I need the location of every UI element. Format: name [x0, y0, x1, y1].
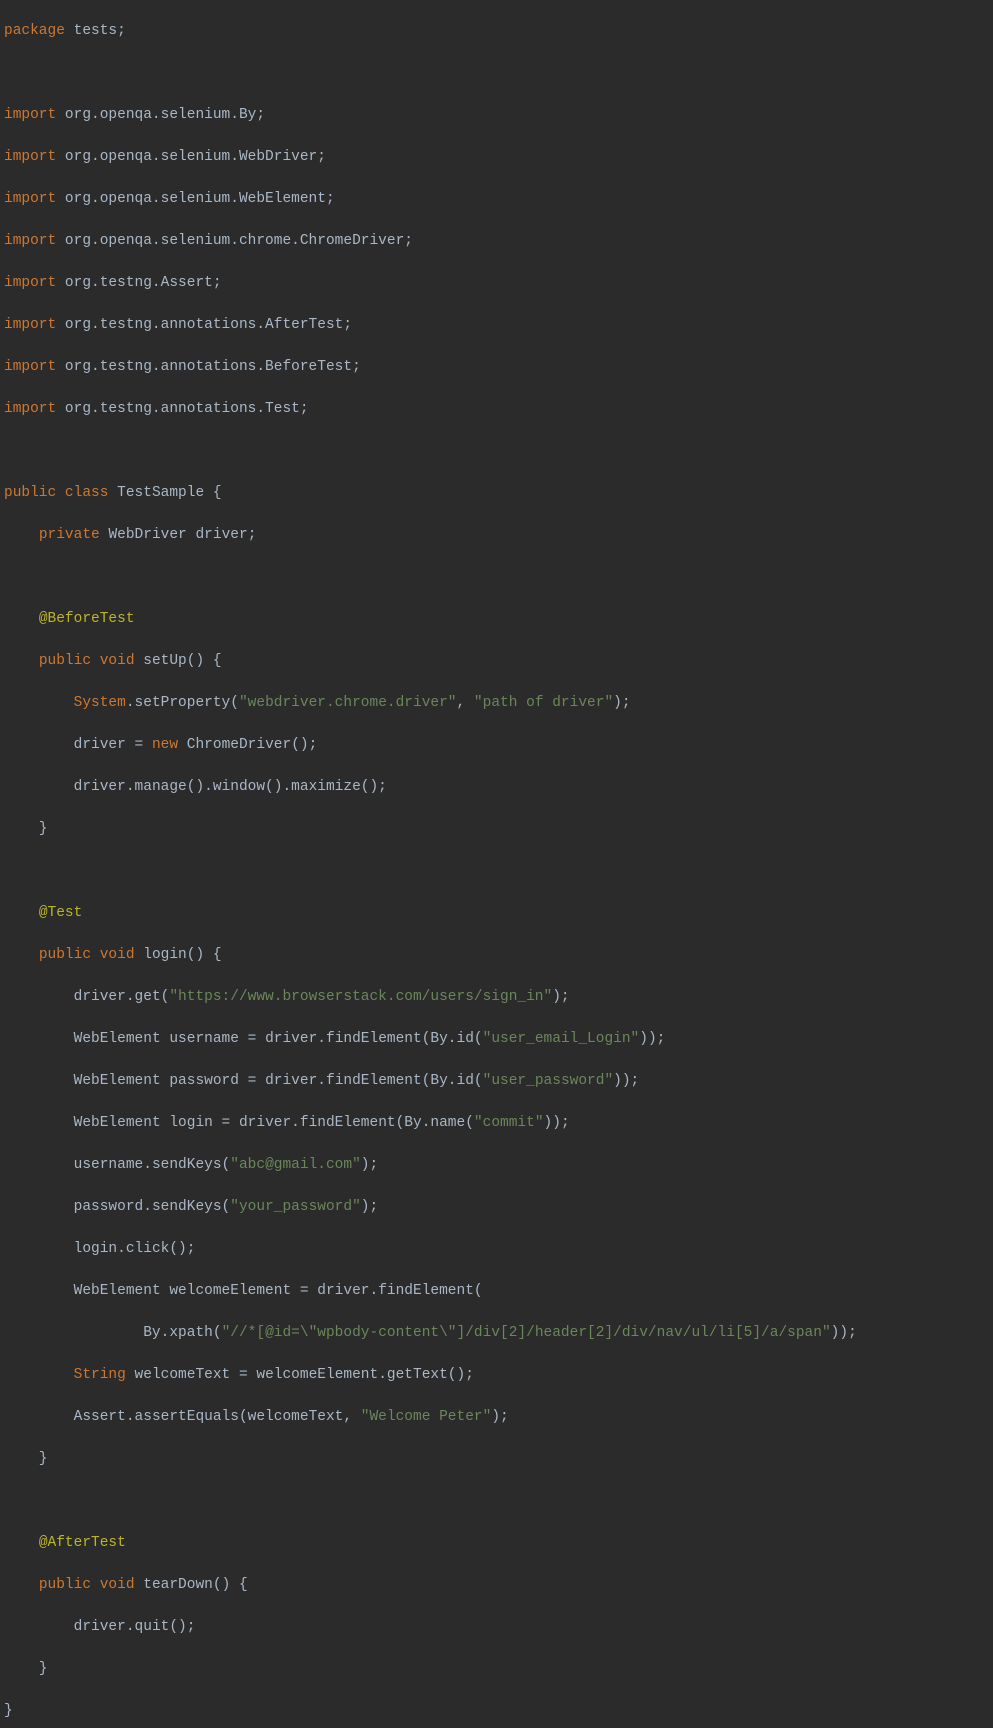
- keyword-import: import: [4, 233, 56, 249]
- call: Assert.assertEquals(welcomeText,: [74, 1409, 361, 1425]
- statement: login.click();: [74, 1241, 196, 1257]
- string-literal: "your_password": [230, 1199, 361, 1215]
- field-name: driver: [195, 527, 247, 543]
- var: password: [169, 1073, 239, 1089]
- keyword-public: public: [39, 1577, 91, 1593]
- import-path: org.openqa.selenium.WebElement: [65, 191, 326, 207]
- type: WebElement: [74, 1073, 161, 1089]
- import-path: org.openqa.selenium.chrome.ChromeDriver: [65, 233, 404, 249]
- keyword-import: import: [4, 107, 56, 123]
- string-literal: "webdriver.chrome.driver": [239, 695, 457, 711]
- string-literal: "user_password": [483, 1073, 614, 1089]
- var: welcomeElement: [169, 1283, 291, 1299]
- string-literal: "commit": [474, 1115, 544, 1131]
- call: driver.findElement(By.id(: [265, 1073, 483, 1089]
- keyword-import: import: [4, 275, 56, 291]
- keyword-import: import: [4, 359, 56, 375]
- keyword-import: import: [4, 191, 56, 207]
- keyword-import: import: [4, 149, 56, 165]
- keyword-package: package: [4, 23, 65, 39]
- call: driver.findElement(: [317, 1283, 482, 1299]
- call: welcomeElement.getText();: [256, 1367, 474, 1383]
- keyword-public: public: [39, 947, 91, 963]
- method-call: .setProperty(: [126, 695, 239, 711]
- call: By.xpath(: [143, 1325, 221, 1341]
- keyword-void: void: [100, 1577, 135, 1593]
- import-path: org.testng.annotations.BeforeTest: [65, 359, 352, 375]
- keyword-void: void: [100, 653, 135, 669]
- string-literal: "abc@gmail.com": [230, 1157, 361, 1173]
- package-name: tests: [74, 23, 118, 39]
- keyword-void: void: [100, 947, 135, 963]
- class-name: TestSample: [117, 485, 204, 501]
- system-class: System: [74, 695, 126, 711]
- call: username.sendKeys(: [74, 1157, 231, 1173]
- method-login: login: [143, 947, 187, 963]
- statement: driver.manage().window().maximize();: [74, 779, 387, 795]
- type: WebElement: [74, 1283, 161, 1299]
- call: driver.findElement(By.name(: [239, 1115, 474, 1131]
- code-editor[interactable]: package tests; import org.openqa.seleniu…: [0, 0, 993, 864]
- call: driver.findElement(By.id(: [265, 1031, 483, 1047]
- type: WebElement: [74, 1031, 161, 1047]
- annotation-aftertest: @AfterTest: [39, 1535, 126, 1551]
- method-setup: setUp: [143, 653, 187, 669]
- keyword-public: public: [39, 653, 91, 669]
- method-call: driver.get(: [74, 989, 170, 1005]
- field-type: WebDriver: [108, 527, 186, 543]
- import-path: org.testng.annotations.AfterTest: [65, 317, 343, 333]
- string-literal: "https://www.browserstack.com/users/sign…: [169, 989, 552, 1005]
- call: password.sendKeys(: [74, 1199, 231, 1215]
- keyword-import: import: [4, 401, 56, 417]
- keyword-import: import: [4, 317, 56, 333]
- import-path: org.openqa.selenium.By: [65, 107, 256, 123]
- annotation-beforetest: @BeforeTest: [39, 611, 135, 627]
- keyword-new: new: [152, 737, 178, 753]
- var: welcomeText: [135, 1367, 231, 1383]
- import-path: org.testng.annotations.Test: [65, 401, 300, 417]
- type: WebElement: [74, 1115, 161, 1131]
- annotation-test: @Test: [39, 905, 83, 921]
- code-content[interactable]: package tests; import org.openqa.seleniu…: [0, 0, 993, 864]
- var: username: [169, 1031, 239, 1047]
- statement: driver.quit();: [74, 1619, 196, 1635]
- method-teardown: tearDown: [143, 1577, 213, 1593]
- import-path: org.openqa.selenium.WebDriver: [65, 149, 317, 165]
- assign: driver =: [74, 737, 152, 753]
- string-literal: "Welcome Peter": [361, 1409, 492, 1425]
- string-literal: "//*[@id=\"wpbody-content\"]/div[2]/head…: [222, 1325, 831, 1341]
- string-class: String: [74, 1367, 126, 1383]
- keyword-public: public: [4, 485, 56, 501]
- keyword-private: private: [39, 527, 100, 543]
- import-path: org.testng.Assert: [65, 275, 213, 291]
- string-literal: "path of driver": [474, 695, 613, 711]
- keyword-class: class: [65, 485, 109, 501]
- constructor: ChromeDriver: [187, 737, 291, 753]
- string-literal: "user_email_Login": [483, 1031, 640, 1047]
- var: login: [169, 1115, 213, 1131]
